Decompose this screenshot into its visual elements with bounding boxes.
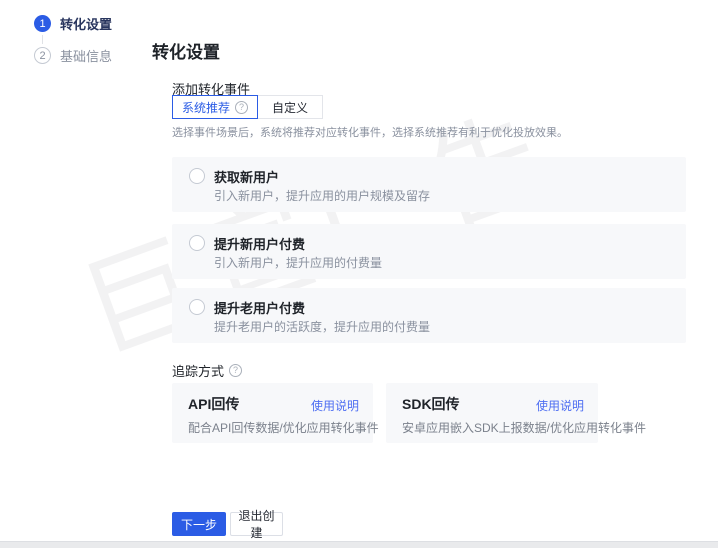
option-description: 提升老用户的活跃度，提升应用的付费量	[214, 320, 431, 334]
option-description: 引入新用户，提升应用的用户规模及留存	[214, 189, 431, 203]
option-card-new-user-payment[interactable]: 提升新用户付费 引入新用户，提升应用的付费量	[172, 224, 686, 279]
step-number-badge: 2	[34, 47, 51, 64]
step-label: 基础信息	[60, 49, 113, 64]
option-title: 获取新用户	[214, 170, 280, 185]
step-label: 转化设置	[60, 17, 113, 32]
recommend-hint-text: 选择事件场景后，系统将推荐对应转化事件，选择系统推荐有利于优化投放效果。	[172, 127, 568, 139]
radio-button[interactable]	[189, 235, 205, 251]
tracking-card-api[interactable]: API回传 使用说明 配合API回传数据/优化应用转化事件	[172, 383, 379, 443]
option-card-old-user-payment[interactable]: 提升老用户付费 提升老用户的活跃度，提升应用的付费量	[172, 288, 686, 343]
option-card-new-users[interactable]: 获取新用户 引入新用户，提升应用的用户规模及留存	[172, 157, 686, 212]
option-title: 提升老用户付费	[214, 301, 306, 316]
help-question-icon[interactable]: ?	[235, 100, 249, 114]
tab-label: 系统推荐	[182, 100, 231, 115]
tracking-card-description: 安卓应用嵌入SDK上报数据/优化应用转化事件	[402, 421, 647, 435]
step-item-basic-info[interactable]: 2 基础信息	[34, 46, 112, 65]
step-number-badge: 1	[34, 15, 51, 32]
tracking-label-text: 追踪方式	[172, 364, 225, 379]
tracking-card-description: 配合API回传数据/优化应用转化事件	[188, 421, 379, 435]
tab-system-recommend[interactable]: 系统推荐 ?	[172, 95, 259, 119]
conversion-settings-page: 巨宣广告 1 转化设置 2 基础信息 转化设置 添加转化事件 系统推荐 ? 自定…	[0, 0, 718, 548]
tracking-method-label: 追踪方式 ?	[172, 361, 243, 380]
page-title: 转化设置	[152, 43, 220, 62]
option-title: 提升新用户付费	[214, 237, 306, 252]
bottom-divider	[0, 541, 718, 548]
tracking-card-sdk[interactable]: SDK回传 使用说明 安卓应用嵌入SDK上报数据/优化应用转化事件	[386, 383, 646, 443]
tab-label: 自定义	[272, 100, 309, 115]
tracking-card-title: SDK回传	[402, 396, 460, 412]
event-mode-tabs: 系统推荐 ? 自定义	[172, 95, 324, 119]
radio-button[interactable]	[189, 299, 205, 315]
usage-guide-link[interactable]: 使用说明	[536, 397, 584, 414]
tracking-card-title: API回传	[188, 396, 240, 412]
step-connector-line	[42, 35, 43, 44]
tab-custom[interactable]: 自定义	[258, 95, 324, 119]
radio-button[interactable]	[189, 168, 205, 184]
usage-guide-link[interactable]: 使用说明	[311, 397, 359, 414]
exit-creation-button[interactable]: 退出创建	[230, 509, 283, 540]
option-description: 引入新用户，提升应用的付费量	[214, 256, 383, 270]
help-question-icon[interactable]: ?	[229, 364, 243, 377]
next-step-button[interactable]: 下一步	[172, 512, 226, 536]
step-nav: 1 转化设置 2 基础信息	[34, 14, 112, 65]
step-item-conversion-settings[interactable]: 1 转化设置	[34, 14, 112, 33]
